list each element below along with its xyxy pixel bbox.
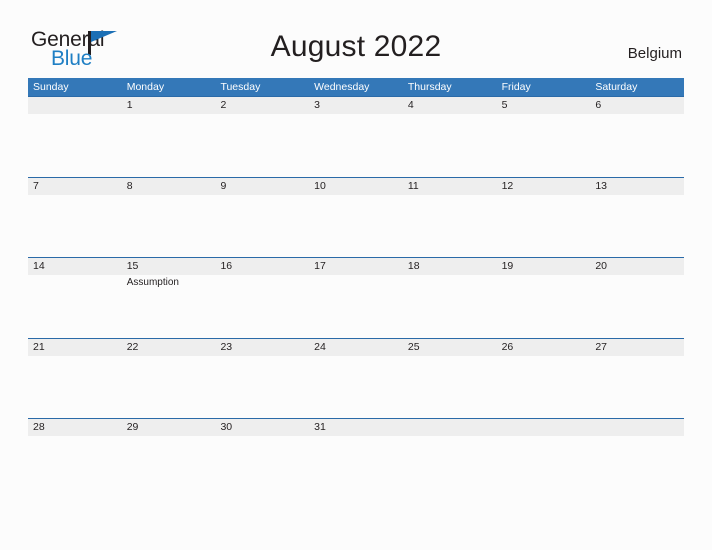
day-number[interactable]: 25 xyxy=(403,339,497,356)
day-number[interactable] xyxy=(497,419,591,436)
day-number[interactable]: 20 xyxy=(590,258,684,275)
day-event[interactable] xyxy=(403,356,497,418)
day-event[interactable] xyxy=(590,275,684,337)
day-event[interactable] xyxy=(28,275,122,337)
day-number[interactable]: 29 xyxy=(122,419,216,436)
day-number[interactable]: 17 xyxy=(309,258,403,275)
day-event[interactable] xyxy=(215,275,309,337)
day-event[interactable] xyxy=(122,436,216,498)
day-event[interactable] xyxy=(122,195,216,257)
week-event-band xyxy=(28,195,684,257)
week-event-band: Assumption xyxy=(28,275,684,337)
day-event[interactable] xyxy=(309,114,403,176)
day-of-week-thursday: Thursday xyxy=(407,81,452,93)
day-number[interactable]: 4 xyxy=(403,97,497,114)
day-event[interactable] xyxy=(403,195,497,257)
week-event-band xyxy=(28,436,684,498)
day-event[interactable]: Assumption xyxy=(122,275,216,337)
week-date-band: 14 15 16 17 18 19 20 xyxy=(28,258,684,275)
day-number[interactable]: 10 xyxy=(309,178,403,195)
day-event[interactable] xyxy=(590,436,684,498)
day-number[interactable]: 31 xyxy=(309,419,403,436)
day-number[interactable]: 18 xyxy=(403,258,497,275)
day-of-week-wednesday: Wednesday xyxy=(314,81,370,93)
day-event[interactable] xyxy=(497,436,591,498)
calendar-page: General Blue August 2022 Belgium Sunday … xyxy=(0,0,712,550)
day-number[interactable]: 13 xyxy=(590,178,684,195)
day-of-week-friday: Friday xyxy=(501,81,531,93)
day-number[interactable]: 1 xyxy=(122,97,216,114)
day-number[interactable]: 11 xyxy=(403,178,497,195)
day-number[interactable]: 15 xyxy=(122,258,216,275)
week-event-band xyxy=(28,356,684,418)
day-event[interactable] xyxy=(28,114,122,176)
day-number[interactable]: 22 xyxy=(122,339,216,356)
day-event[interactable] xyxy=(497,275,591,337)
day-number[interactable]: 8 xyxy=(122,178,216,195)
week-date-band: 1 2 3 4 5 6 xyxy=(28,97,684,114)
day-number[interactable]: 27 xyxy=(590,339,684,356)
day-event[interactable] xyxy=(215,356,309,418)
day-event[interactable] xyxy=(497,114,591,176)
day-event[interactable] xyxy=(497,356,591,418)
day-number[interactable]: 16 xyxy=(215,258,309,275)
day-number[interactable]: 21 xyxy=(28,339,122,356)
day-number[interactable]: 30 xyxy=(215,419,309,436)
page-header: General Blue August 2022 Belgium xyxy=(0,0,712,78)
day-event[interactable] xyxy=(215,195,309,257)
day-event[interactable] xyxy=(403,436,497,498)
day-number[interactable]: 9 xyxy=(215,178,309,195)
day-number[interactable] xyxy=(590,419,684,436)
day-number[interactable]: 14 xyxy=(28,258,122,275)
day-event[interactable] xyxy=(215,114,309,176)
day-event[interactable] xyxy=(590,114,684,176)
day-of-week-sunday: Sunday xyxy=(33,81,69,93)
day-number[interactable]: 19 xyxy=(497,258,591,275)
day-event[interactable] xyxy=(215,436,309,498)
day-event[interactable] xyxy=(403,275,497,337)
day-number[interactable] xyxy=(28,97,122,114)
week-date-band: 28 29 30 31 xyxy=(28,419,684,436)
day-of-week-saturday: Saturday xyxy=(595,81,638,93)
day-event[interactable] xyxy=(28,436,122,498)
week-date-band: 7 8 9 10 11 12 13 xyxy=(28,177,684,195)
day-event[interactable] xyxy=(309,195,403,257)
week-date-band: 21 22 23 24 25 26 27 xyxy=(28,338,684,356)
day-number[interactable]: 2 xyxy=(215,97,309,114)
day-number[interactable]: 24 xyxy=(309,339,403,356)
country-label: Belgium xyxy=(627,45,682,62)
day-event[interactable] xyxy=(122,114,216,176)
day-event[interactable] xyxy=(590,195,684,257)
page-title: August 2022 xyxy=(270,30,442,63)
day-of-week-tuesday: Tuesday xyxy=(220,81,261,93)
day-event[interactable] xyxy=(28,195,122,257)
day-number[interactable]: 28 xyxy=(28,419,122,436)
day-number[interactable]: 3 xyxy=(309,97,403,114)
day-number[interactable]: 26 xyxy=(497,339,591,356)
day-number[interactable]: 6 xyxy=(590,97,684,114)
day-event[interactable] xyxy=(309,436,403,498)
day-event[interactable] xyxy=(403,114,497,176)
day-event[interactable] xyxy=(309,275,403,337)
day-number[interactable]: 7 xyxy=(28,178,122,195)
day-number[interactable] xyxy=(403,419,497,436)
calendar-grid: Sunday Monday Tuesday Wednesday Thursday… xyxy=(28,78,684,499)
week-event-band xyxy=(28,114,684,176)
day-event[interactable] xyxy=(309,356,403,418)
week-row: 7 8 9 10 11 12 13 xyxy=(28,176,684,258)
day-number[interactable]: 12 xyxy=(497,178,591,195)
week-row: 28 29 30 31 xyxy=(28,418,684,499)
week-row: 14 15 16 17 18 19 20 Assumption xyxy=(28,257,684,338)
day-event[interactable] xyxy=(590,356,684,418)
day-event[interactable] xyxy=(122,356,216,418)
week-row: 1 2 3 4 5 6 xyxy=(28,96,684,177)
day-event[interactable] xyxy=(497,195,591,257)
day-of-week-header-row: Sunday Monday Tuesday Wednesday Thursday… xyxy=(28,78,684,96)
day-of-week-monday: Monday xyxy=(126,81,165,93)
day-number[interactable]: 5 xyxy=(497,97,591,114)
day-number[interactable]: 23 xyxy=(215,339,309,356)
day-event[interactable] xyxy=(28,356,122,418)
week-row: 21 22 23 24 25 26 27 xyxy=(28,337,684,419)
